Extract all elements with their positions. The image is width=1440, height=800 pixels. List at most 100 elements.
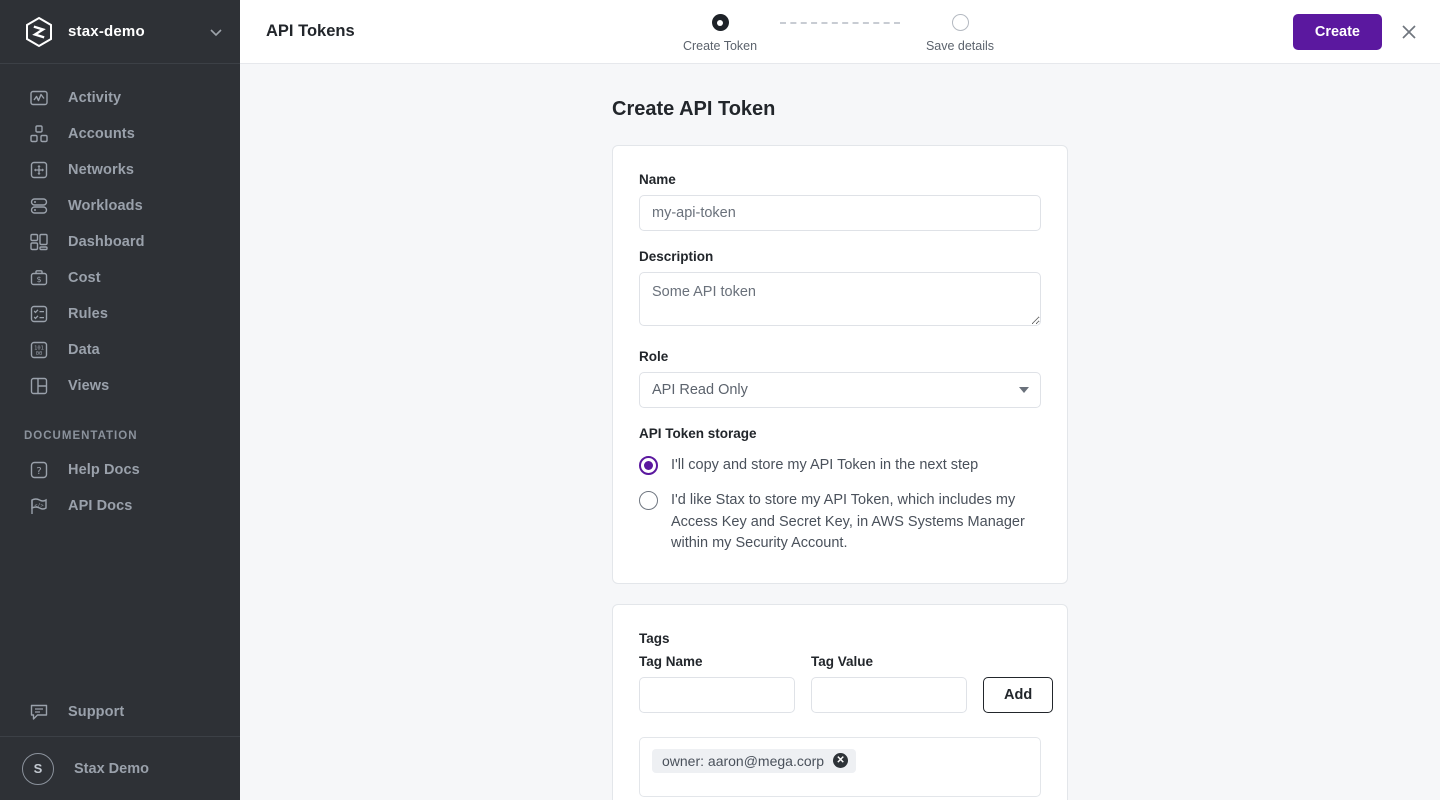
sidebar-item-label: Support: [68, 704, 125, 720]
sidebar-item-label: Rules: [68, 306, 108, 322]
sidebar-item-label: API Docs: [68, 498, 133, 514]
step-dot-inactive: [951, 14, 969, 31]
networks-move-icon: [28, 159, 50, 181]
api-code-flag-icon: </>: [28, 495, 50, 517]
role-select[interactable]: API Read Only: [639, 372, 1041, 408]
sidebar-item-data[interactable]: 101 00 Data: [0, 332, 240, 368]
sidebar: stax-demo Activity Accounts Networks Wor…: [0, 0, 240, 800]
accounts-squares-icon: [28, 123, 50, 145]
org-name: stax-demo: [68, 23, 145, 40]
svg-text:?: ?: [36, 466, 41, 477]
sidebar-item-workloads[interactable]: Workloads: [0, 188, 240, 224]
sidebar-item-label: Networks: [68, 162, 135, 178]
app-root: stax-demo Activity Accounts Networks Wor…: [0, 0, 1440, 800]
topbar-actions: Create: [1292, 13, 1420, 50]
storage-radio-group: I'll copy and store my API Token in the …: [639, 455, 1041, 555]
cost-briefcase-icon: $: [28, 267, 50, 289]
main-area: API Tokens Create Token Save details Cre…: [240, 0, 1440, 800]
org-switcher[interactable]: stax-demo: [0, 0, 240, 64]
sidebar-item-label: Activity: [68, 90, 122, 106]
sidebar-item-label: Cost: [68, 270, 101, 286]
tag-name-input[interactable]: [639, 676, 795, 713]
tag-chip-list: owner: aaron@mega.corp ✕: [639, 736, 1041, 797]
tag-value-input[interactable]: [811, 676, 967, 713]
sidebar-item-label: Dashboard: [68, 234, 145, 250]
storage-option-stax-store[interactable]: I'd like Stax to store my API Token, whi…: [639, 490, 1041, 554]
sidebar-item-dashboard[interactable]: Dashboard: [0, 224, 240, 260]
sidebar-item-support[interactable]: Support: [0, 688, 240, 736]
views-panel-icon: [28, 375, 50, 397]
role-label: Role: [639, 349, 669, 364]
role-field-block: Role API Read Only: [639, 349, 1041, 408]
data-chip-icon: 101 00: [28, 339, 50, 361]
step-create-token[interactable]: Create Token: [660, 14, 780, 53]
sidebar-item-label: Accounts: [68, 126, 135, 142]
radio-selected-icon[interactable]: [639, 456, 658, 475]
page-title: API Tokens: [266, 22, 355, 40]
description-label: Description: [639, 249, 714, 264]
sidebar-item-views[interactable]: Views: [0, 368, 240, 404]
close-x-icon[interactable]: [1398, 21, 1420, 43]
avatar: S: [22, 752, 54, 785]
sidebar-item-api-docs[interactable]: </> API Docs: [0, 488, 240, 524]
step-connector: [780, 22, 900, 24]
wizard-stepper: Create Token Save details: [660, 14, 1020, 53]
content-scroll: Create API Token Name Description Role: [240, 64, 1440, 800]
sidebar-item-label: Workloads: [68, 198, 143, 214]
tags-label: Tags: [639, 630, 670, 646]
svg-text:</>: </>: [34, 503, 43, 509]
help-question-icon: ?: [28, 459, 50, 481]
top-bar: API Tokens Create Token Save details Cre…: [240, 0, 1440, 64]
name-field-block: Name: [639, 172, 1041, 231]
tag-chip[interactable]: owner: aaron@mega.corp ✕: [652, 748, 857, 773]
chevron-down-icon[interactable]: [208, 24, 224, 40]
tag-chip-label: owner: aaron@mega.corp: [662, 752, 825, 769]
add-tag-button[interactable]: Add: [983, 676, 1054, 713]
form-heading: Create API Token: [612, 98, 776, 120]
tags-input-row: Tag Name Tag Value Add: [639, 653, 1054, 713]
role-select-wrapper: API Read Only: [639, 372, 1041, 408]
user-name: Stax Demo: [74, 760, 149, 777]
storage-label: API Token storage: [639, 426, 757, 441]
primary-nav: Activity Accounts Networks Workloads Das…: [0, 64, 240, 524]
step-label: Save details: [925, 39, 995, 53]
sidebar-item-networks[interactable]: Networks: [0, 152, 240, 188]
sidebar-item-label: Data: [68, 342, 100, 358]
step-label: Create Token: [682, 39, 758, 53]
dashboard-grid-icon: [28, 231, 50, 253]
create-button[interactable]: Create: [1292, 13, 1382, 50]
stax-hexagon-logo: [24, 16, 54, 48]
sidebar-item-help-docs[interactable]: ? Help Docs: [0, 452, 240, 488]
name-label: Name: [639, 172, 676, 187]
description-textarea[interactable]: [639, 272, 1041, 326]
rules-checklist-icon: [28, 303, 50, 325]
step-save-details[interactable]: Save details: [900, 14, 1020, 53]
radio-unselected-icon[interactable]: [639, 491, 658, 511]
remove-chip-icon[interactable]: ✕: [833, 753, 849, 769]
sidebar-item-label: Views: [68, 378, 110, 394]
workloads-server-icon: [28, 195, 50, 217]
nav-section-documentation: DOCUMENTATION: [24, 430, 138, 442]
tag-value-label: Tag Value: [811, 653, 874, 669]
storage-option-copy[interactable]: I'll copy and store my API Token in the …: [639, 455, 1041, 476]
support-chat-icon: [28, 701, 50, 723]
svg-text:$: $: [36, 275, 41, 284]
sidebar-item-cost[interactable]: $ Cost: [0, 260, 240, 296]
description-field-block: Description: [639, 249, 1041, 331]
sidebar-item-activity[interactable]: Activity: [0, 80, 240, 116]
tag-value-field: Tag Value: [811, 654, 967, 713]
sidebar-item-rules[interactable]: Rules: [0, 296, 240, 332]
storage-field-block: API Token storage I'll copy and store my…: [639, 426, 1041, 555]
token-details-card: Name Description Role API Read Only: [612, 145, 1068, 584]
sidebar-footer: Support S Stax Demo: [0, 688, 240, 800]
tags-card: Tags Tag Name Tag Value Add owner: aaron…: [612, 603, 1068, 800]
name-input[interactable]: [639, 195, 1041, 231]
storage-option-label: I'd like Stax to store my API Token, whi…: [671, 492, 1025, 552]
sidebar-item-accounts[interactable]: Accounts: [0, 116, 240, 152]
user-profile[interactable]: S Stax Demo: [0, 736, 240, 800]
tag-name-label: Tag Name: [639, 653, 703, 669]
form-column: Create API Token Name Description Role: [612, 98, 1068, 800]
storage-option-label: I'll copy and store my API Token in the …: [671, 457, 979, 473]
svg-text:00: 00: [36, 351, 43, 357]
sidebar-item-label: Help Docs: [68, 462, 140, 478]
